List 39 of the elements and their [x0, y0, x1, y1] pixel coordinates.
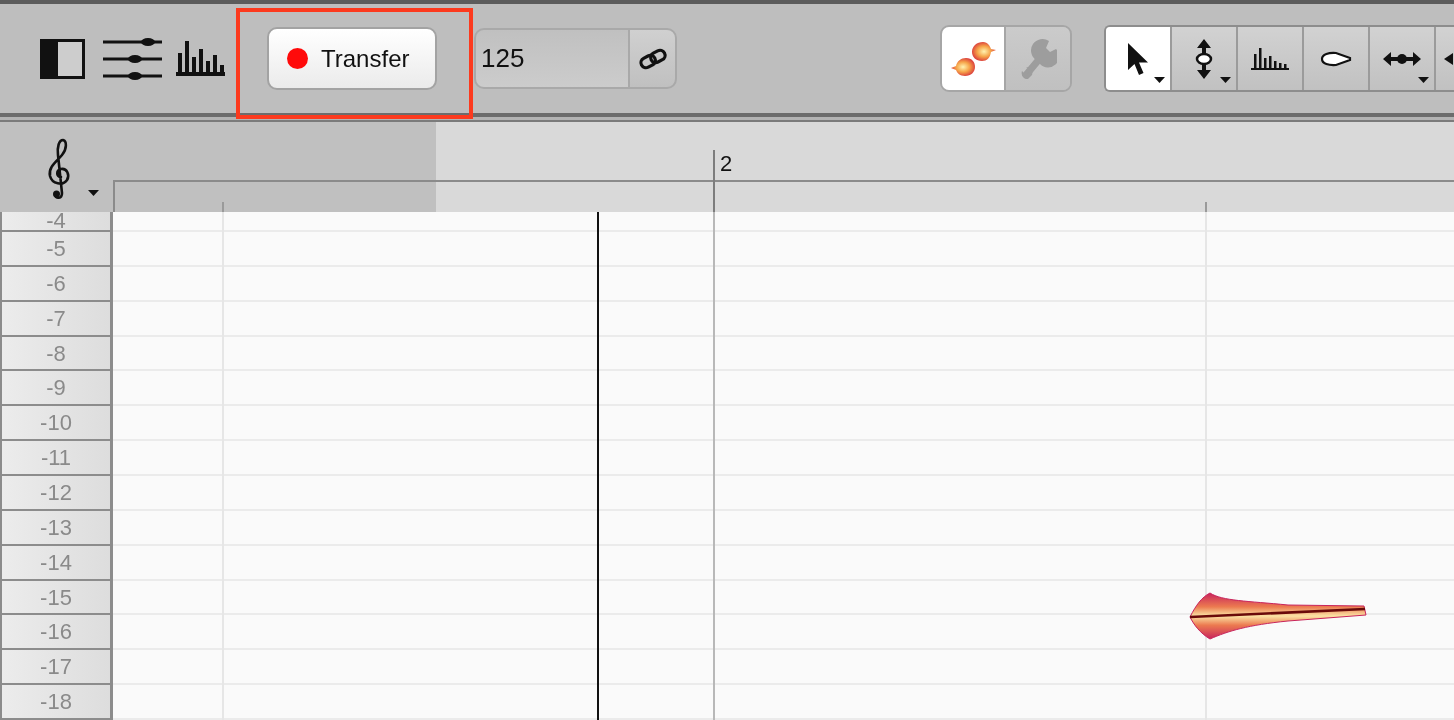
pitch-label: -13: [2, 510, 110, 546]
tool-button[interactable]: [1370, 27, 1436, 90]
bar-chart-icon: [1251, 47, 1289, 70]
link-button[interactable]: [628, 28, 677, 89]
tool-button[interactable]: [1238, 27, 1304, 90]
arrowhead-icon: [1444, 52, 1453, 65]
chain-link-icon: [637, 47, 668, 70]
teardrop-icon: [1320, 50, 1352, 67]
pitch-label: -4: [2, 212, 110, 232]
tool-button[interactable]: [1436, 27, 1454, 90]
pitch-label: -18: [2, 685, 110, 720]
sidebar-toggle-icon[interactable]: [40, 38, 85, 79]
pitch-label: -14: [2, 545, 110, 581]
pitch-label: -9: [2, 371, 110, 407]
bar-chart-icon[interactable]: [176, 41, 225, 76]
pitch-label: -8: [2, 336, 110, 372]
pitch-label: -5: [2, 232, 110, 267]
vertical-arrows-icon: [1194, 37, 1214, 80]
pitch-label: -15: [2, 580, 110, 616]
pitch-label: -7: [2, 301, 110, 337]
transfer-button[interactable]: Transfer: [267, 27, 437, 90]
arrow-pointer-icon: [1126, 41, 1150, 76]
tool-button[interactable]: [1172, 27, 1238, 90]
pitch-label: -12: [2, 476, 110, 511]
pitch-label: -10: [2, 406, 110, 442]
pitch-label: -6: [2, 266, 110, 302]
tempo-field[interactable]: 125: [474, 28, 628, 89]
tool-button[interactable]: [1304, 27, 1370, 90]
caret-icon[interactable]: [88, 190, 99, 196]
pitch-label: -16: [2, 615, 110, 651]
horizontal-arrows-icon: [1383, 51, 1421, 66]
bar-number: 2: [720, 151, 733, 177]
pitch-label: -17: [2, 650, 110, 686]
sliders-icon[interactable]: [103, 37, 162, 80]
tool-button[interactable]: [1106, 27, 1172, 90]
mode-button[interactable]: [942, 27, 1006, 90]
pitch-label: -11: [2, 441, 110, 476]
note-blob[interactable]: [1188, 591, 1368, 641]
record-dot-icon: [287, 48, 308, 69]
